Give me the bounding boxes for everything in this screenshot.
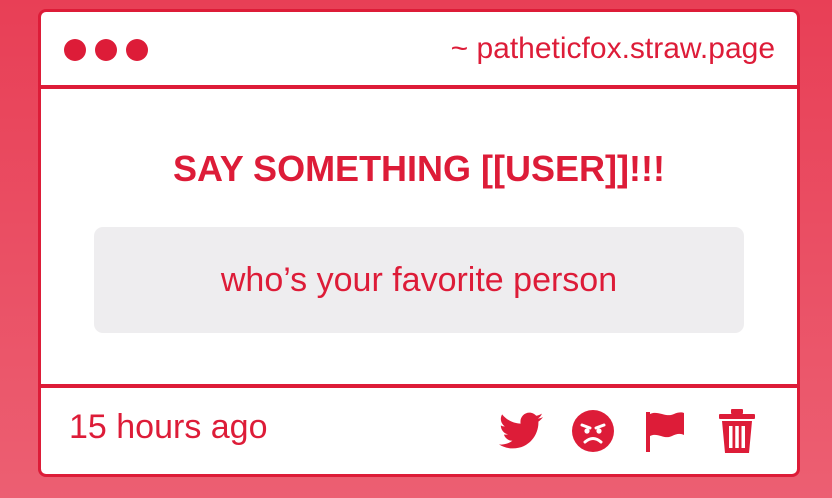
window: ~ patheticfox.straw.page SAY SOMETHING [… (38, 9, 800, 477)
window-controls (64, 39, 148, 61)
delete-button[interactable] (713, 408, 761, 454)
share-twitter-button[interactable] (497, 408, 545, 454)
question-box: who’s your favorite person (94, 227, 744, 333)
twitter-icon (499, 412, 543, 449)
window-dot-2[interactable] (95, 39, 117, 61)
page-url[interactable]: ~ patheticfox.straw.page (451, 32, 775, 66)
angry-face-icon (572, 410, 614, 452)
trash-icon (719, 409, 755, 453)
question-text: who’s your favorite person (220, 260, 618, 299)
flag-icon (646, 412, 684, 452)
action-bar (497, 408, 761, 454)
timestamp: 15 hours ago (69, 408, 268, 446)
window-dot-3[interactable] (126, 39, 148, 61)
window-dot-1[interactable] (64, 39, 86, 61)
page-heading: SAY SOMETHING [[USER]]!!! (172, 148, 665, 189)
title-bar: ~ patheticfox.straw.page (41, 12, 797, 89)
footer: 15 hours ago (41, 384, 797, 474)
report-button[interactable] (641, 408, 689, 454)
react-angry-button[interactable] (569, 408, 617, 454)
